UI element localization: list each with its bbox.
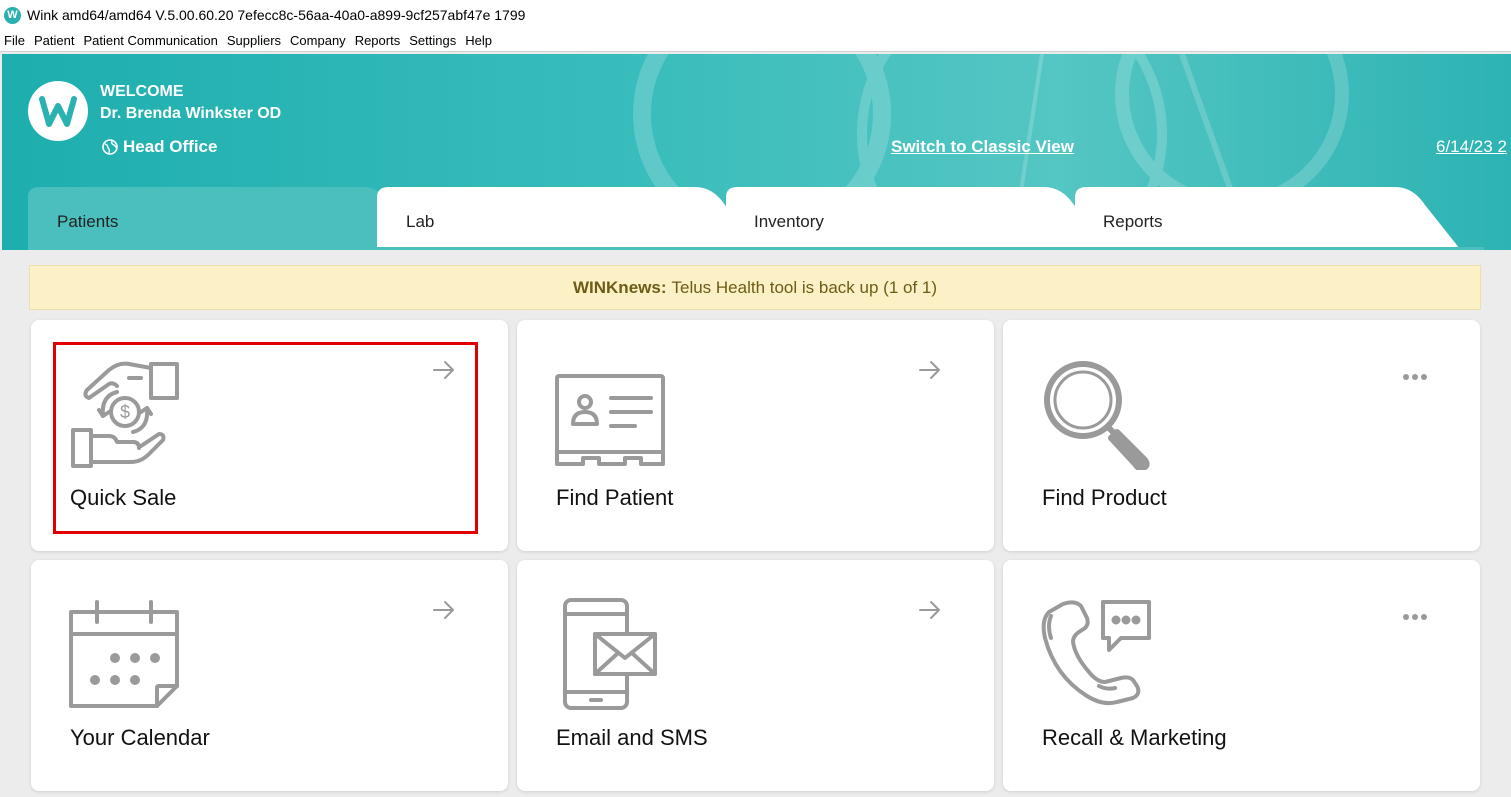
- menu-file[interactable]: File: [4, 33, 25, 48]
- menu-patient[interactable]: Patient: [34, 33, 74, 48]
- svg-text:$: $: [120, 402, 130, 422]
- card-find-product[interactable]: Find Product: [1003, 320, 1480, 551]
- menu-company[interactable]: Company: [290, 33, 346, 48]
- card-label: Your Calendar: [70, 725, 210, 750]
- card-label: Quick Sale: [70, 485, 177, 510]
- arrow-right-icon[interactable]: [918, 360, 942, 385]
- quick-sale-icon: $: [69, 358, 181, 475]
- calendar-icon: [69, 598, 181, 715]
- tab-patients[interactable]: Patients: [28, 185, 408, 249]
- switch-classic-view-link[interactable]: Switch to Classic View: [891, 137, 1074, 157]
- card-email-sms[interactable]: Email and SMS: [517, 560, 994, 791]
- arrow-right-icon[interactable]: [432, 600, 456, 625]
- menu-settings[interactable]: Settings: [409, 33, 456, 48]
- app-logo-icon: W: [4, 6, 21, 24]
- office-selector[interactable]: Head Office: [102, 137, 217, 157]
- tab-label: Lab: [406, 212, 435, 231]
- arrow-right-icon[interactable]: [918, 600, 942, 625]
- menu-help[interactable]: Help: [465, 33, 492, 48]
- magnifier-icon: [1041, 358, 1153, 475]
- date-link[interactable]: 6/14/23 2: [1436, 137, 1507, 157]
- tab-label: Inventory: [754, 212, 824, 231]
- card-recall-marketing[interactable]: Recall & Marketing: [1003, 560, 1480, 791]
- more-options-icon[interactable]: [1402, 608, 1428, 626]
- welcome-label: WELCOME: [100, 83, 184, 100]
- main-tabs: Patients Lab Inventory Reports: [0, 183, 1511, 253]
- card-find-patient[interactable]: Find Patient: [517, 320, 994, 551]
- arrow-right-icon[interactable]: [432, 360, 456, 385]
- title-bar: W Wink amd64/amd64 V.5.00.60.20 7efecc8c…: [0, 0, 1511, 30]
- news-banner[interactable]: WINKnews: Telus Health tool is back up (…: [29, 265, 1481, 310]
- wink-w-icon: [34, 87, 82, 135]
- office-name: Head Office: [123, 137, 218, 156]
- card-label: Email and SMS: [556, 725, 708, 750]
- news-message: Telus Health tool is back up (1 of 1): [671, 277, 938, 297]
- card-label: Find Product: [1042, 485, 1167, 510]
- menu-patient-communication[interactable]: Patient Communication: [83, 33, 217, 48]
- globe-icon: [102, 139, 118, 155]
- news-brand: WINKnews:: [572, 277, 667, 297]
- tab-lab[interactable]: Lab: [377, 185, 757, 249]
- more-options-icon[interactable]: [1402, 368, 1428, 386]
- wink-logo: [28, 81, 88, 141]
- tab-label: Reports: [1103, 212, 1163, 231]
- card-quick-sale[interactable]: $ Quick Sale: [31, 320, 508, 551]
- card-your-calendar[interactable]: Your Calendar: [31, 560, 508, 791]
- menu-reports[interactable]: Reports: [355, 33, 401, 48]
- card-label: Recall & Marketing: [1042, 725, 1227, 750]
- user-name: Dr. Brenda Winkster OD: [100, 105, 282, 122]
- phone-mail-icon: [555, 598, 667, 715]
- phone-chat-icon: [1041, 598, 1153, 715]
- window-title: Wink amd64/amd64 V.5.00.60.20 7efecc8c-5…: [27, 7, 526, 23]
- id-card-icon: [555, 358, 667, 475]
- tab-label: Patients: [57, 212, 119, 231]
- card-label: Find Patient: [556, 485, 674, 510]
- tab-inventory[interactable]: Inventory: [726, 185, 1106, 249]
- tab-reports[interactable]: Reports: [1075, 185, 1460, 249]
- menu-suppliers[interactable]: Suppliers: [227, 33, 281, 48]
- tab-underline: [28, 247, 1484, 250]
- menu-bar: File Patient Patient Communication Suppl…: [0, 30, 1511, 52]
